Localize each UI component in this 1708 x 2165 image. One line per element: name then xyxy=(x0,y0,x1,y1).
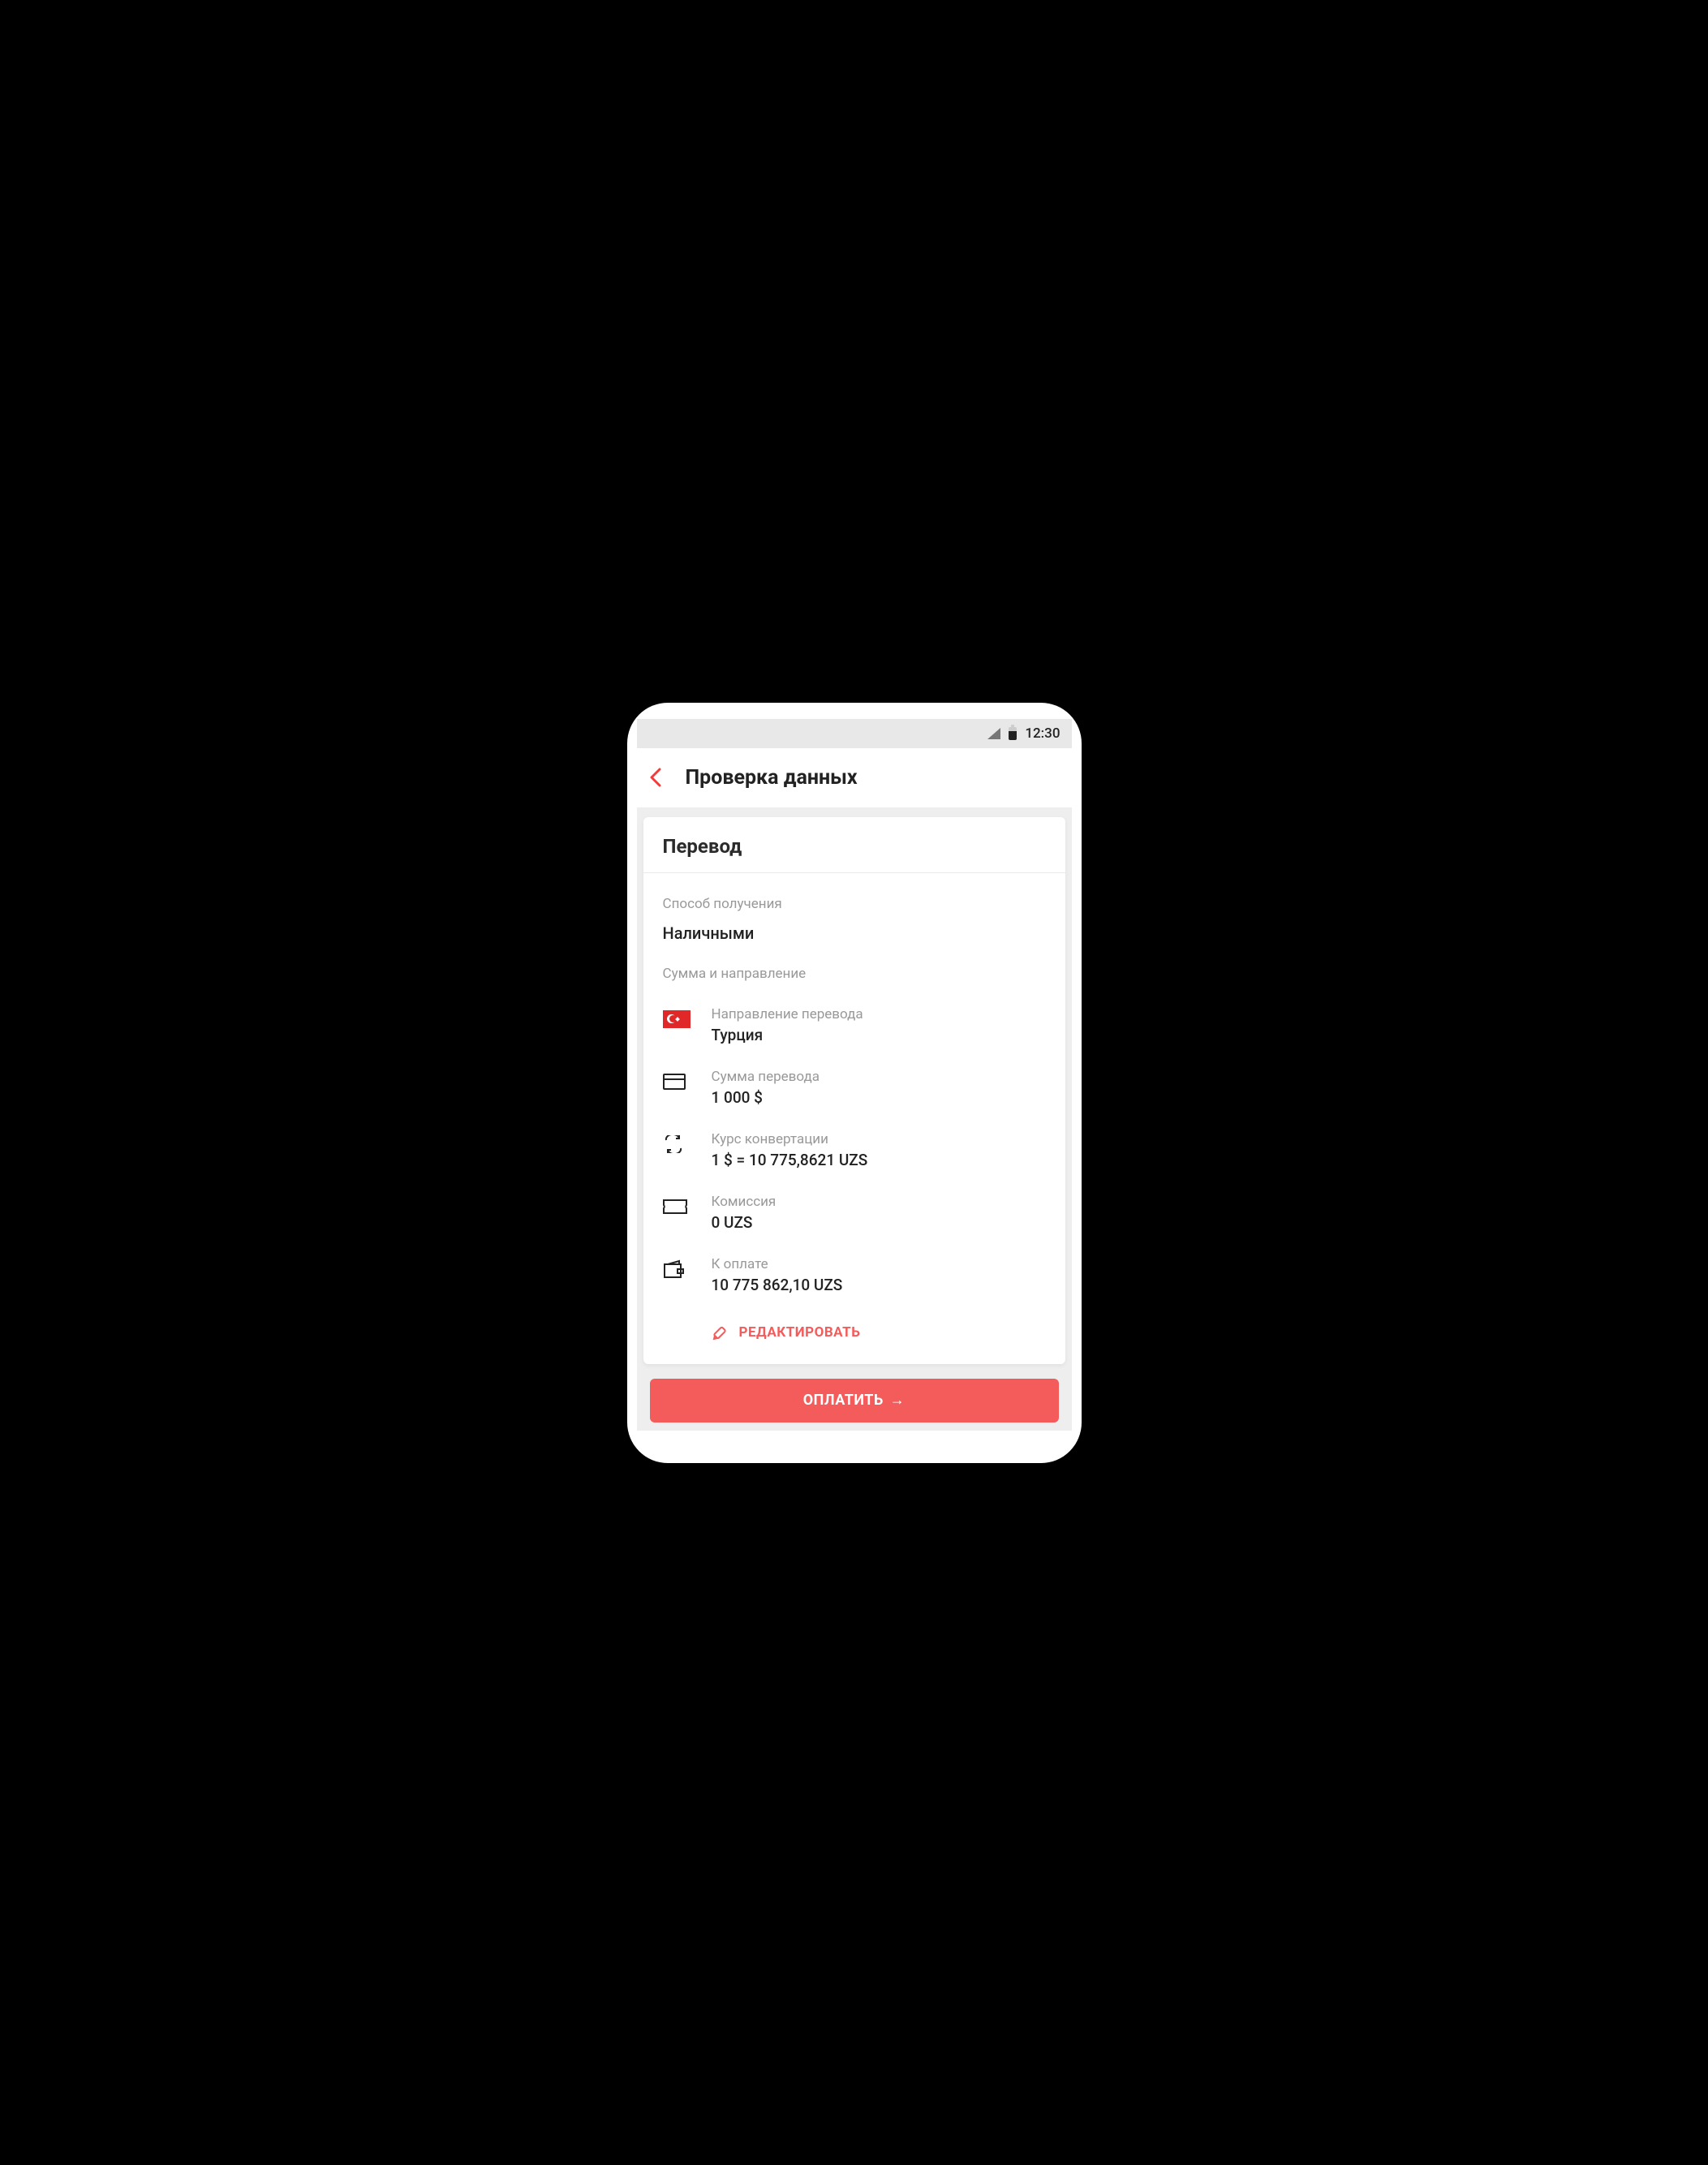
transfer-card: Перевод Способ получения Наличными Сумма… xyxy=(643,817,1065,1364)
content-area: Перевод Способ получения Наличными Сумма… xyxy=(637,807,1072,1431)
pay-button-label: ОПЛАТИТЬ xyxy=(803,1392,884,1409)
phone-frame: 12:30 Проверка данных Перевод Способ пол… xyxy=(627,703,1082,1463)
amount-row: Сумма перевода 1 000 $ xyxy=(663,1069,1046,1107)
signal-icon xyxy=(987,728,1000,739)
page-title: Проверка данных xyxy=(686,766,858,790)
total-label: К оплате xyxy=(712,1256,1046,1272)
amount-value: 1 000 $ xyxy=(712,1088,1046,1107)
app-header: Проверка данных xyxy=(637,748,1072,807)
rate-label: Курс конвертации xyxy=(712,1131,1046,1147)
total-value: 10 775 862,10 UZS xyxy=(712,1276,1046,1294)
status-bar: 12:30 xyxy=(637,719,1072,748)
fee-row: Комиссия 0 UZS xyxy=(663,1194,1046,1232)
fee-value: 0 UZS xyxy=(712,1213,1046,1232)
chevron-left-icon xyxy=(648,766,665,789)
wallet-icon xyxy=(663,1258,691,1280)
direction-label: Направление перевода xyxy=(712,1006,1046,1022)
pencil-icon xyxy=(712,1324,729,1341)
direction-row: Направление перевода Турция xyxy=(663,1006,1046,1044)
amount-label: Сумма перевода xyxy=(712,1069,1046,1085)
exchange-icon xyxy=(663,1133,691,1156)
rate-value: 1 $ = 10 775,8621 UZS xyxy=(712,1151,1046,1169)
edit-label: РЕДАКТИРОВАТЬ xyxy=(739,1324,861,1341)
method-section: Способ получения Наличными xyxy=(643,873,1065,943)
total-row: К оплате 10 775 862,10 UZS xyxy=(663,1256,1046,1294)
method-value: Наличными xyxy=(663,923,1046,943)
turkey-flag-icon xyxy=(663,1010,691,1028)
status-time: 12:30 xyxy=(1025,725,1060,742)
rate-row: Курс конвертации 1 $ = 10 775,8621 UZS xyxy=(663,1131,1046,1169)
direction-value: Турция xyxy=(712,1026,1046,1044)
pay-button[interactable]: ОПЛАТИТЬ → xyxy=(650,1379,1059,1423)
back-button[interactable] xyxy=(645,766,668,789)
ticket-icon xyxy=(663,1195,691,1218)
amount-section-label: Сумма и направление xyxy=(663,966,1046,982)
edit-button[interactable]: РЕДАКТИРОВАТЬ xyxy=(663,1324,1046,1341)
fee-label: Комиссия xyxy=(712,1194,1046,1210)
card-title: Перевод xyxy=(643,817,1065,873)
card-icon xyxy=(663,1070,691,1093)
amount-section: Сумма и направление Направление перевода… xyxy=(643,943,1065,1341)
arrow-right-icon: → xyxy=(890,1392,906,1409)
battery-icon xyxy=(1009,727,1017,740)
method-label: Способ получения xyxy=(663,896,1046,912)
